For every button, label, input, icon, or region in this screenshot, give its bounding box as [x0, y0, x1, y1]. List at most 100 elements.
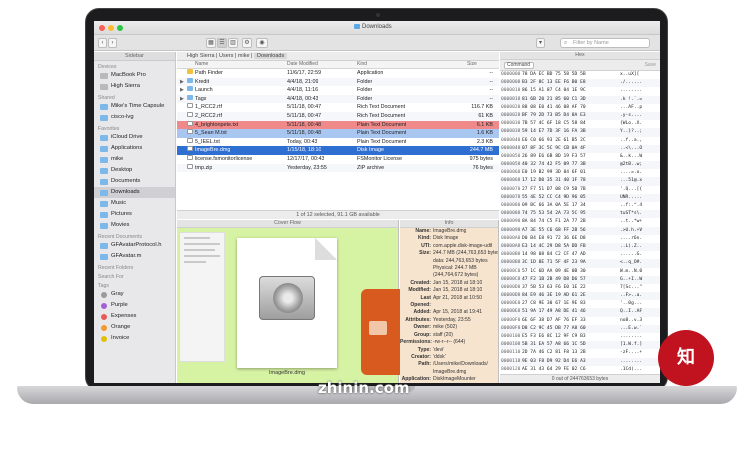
minimize-window-button[interactable] [108, 25, 114, 31]
hex-row[interactable]: 0000120 AE 31 43 64 29 FE 02 C6 .1Cd)... [500, 366, 660, 374]
column-kind[interactable]: Kind [357, 61, 367, 67]
hex-row[interactable]: 0000038 59 14 E7 7D 3F 16 FA 3B Y..}?..; [500, 128, 660, 137]
sidebar-item[interactable]: Applications [94, 143, 175, 154]
file-row[interactable]: 4_brightonpete.txt 5/11/18, 00:48 Plain Te… [177, 120, 499, 130]
sidebar-item[interactable]: Gray [94, 289, 175, 300]
previous-cover[interactable] [179, 232, 225, 362]
hex-row[interactable]: 0000058 40 32 74 42 F5 09 77 3B @2tB..w; [500, 161, 660, 170]
hex-row[interactable]: 0000108 5B 31 EA 57 A8 66 1C 5D [1.W.f.] [500, 341, 660, 350]
hex-row[interactable]: 0000030 7B 57 4C 6F 18 C5 58 84 {WLo..X. [500, 120, 660, 128]
hex-row[interactable]: 0000000 78 DA EC BD 75 58 5D 5B x..uX][ [500, 71, 660, 79]
sidebar-item[interactable]: Desktop [94, 165, 175, 176]
hex-row[interactable]: 0000100 E5 F3 E6 8C 12 9F C9 B3........ [500, 333, 660, 341]
document-preview[interactable] [237, 238, 337, 368]
sidebar-item[interactable]: Expenses [94, 311, 175, 322]
sidebar-item[interactable]: High Sierra [94, 81, 175, 92]
column-date-modified[interactable]: Date Modified [287, 61, 318, 67]
file-row[interactable]: 5_IEEL.txt Today, 00:43 Plain Text Documen… [177, 137, 499, 147]
hex-row[interactable]: 0000110 2D 7A 46 C2 81 F8 13 2B -zF....+ [500, 349, 660, 357]
hex-row[interactable]: 00000D0 37 5B 53 63 F6 E0 1E 22 7[Sc..." [500, 284, 660, 292]
sidebar-item[interactable]: Documents [94, 176, 175, 187]
disclosure-triangle-icon[interactable]: ▶ [180, 95, 184, 104]
disclosure-triangle-icon[interactable]: ▶ [180, 86, 184, 95]
view-icons-button[interactable]: ▦ [206, 38, 216, 48]
file-row[interactable]: ▶ Tags 4/4/18, 00:43 Folder -- [177, 94, 499, 104]
sidebar-item[interactable]: Mike's Time Capsule [94, 101, 175, 112]
hex-row[interactable]: 00000A0 D0 B4 E8 91 72 36 6E D8 ....r6n. [500, 235, 660, 243]
color-label-tab[interactable] [361, 289, 403, 375]
hex-row[interactable]: 0000010 86 15 A1 87 C4 04 1E 9C........ [500, 87, 660, 95]
file-row[interactable]: 5_Sean M.txt 5/11/18, 00:48 Plain Text Doc… [177, 129, 499, 138]
hex-row[interactable]: 00000C0 57 1C 6D AA 09 4E 0B 30 W.m..N.0 [500, 268, 660, 276]
eye-icon[interactable]: ◉ [256, 38, 268, 48]
hex-row[interactable]: 0000028 BF 79 2D 73 B5 D4 8A E3 .y-s.... [500, 111, 660, 121]
hex-row[interactable]: 00000F8 D8 C2 9C 45 DB 77 A8 60 ...E.w.` [500, 324, 660, 333]
hex-row[interactable]: 00000A8 E3 14 4C 29 D8 5A DD FB ..L).Z.. [500, 242, 660, 252]
sidebar-item[interactable]: Downloads [94, 187, 175, 198]
sidebar-item[interactable]: iCloud Drive [94, 132, 175, 143]
hex-row[interactable]: 00000F0 6E 6F 38 D7 AF 76 EF 33 no8..v.3 [500, 317, 660, 325]
breadcrumb-item[interactable]: High Sierra [187, 53, 215, 59]
hex-row[interactable]: 0000070 27 F7 51 D7 08 C9 5B 7B '.Q...[{ [500, 186, 660, 194]
file-row[interactable]: 1_RCC2.rtf 5/11/18, 00:47 Rich Text Docume… [177, 103, 499, 112]
close-window-button[interactable] [99, 25, 105, 31]
hex-row[interactable]: 00000D8 84 E9 46 3E 19 AD 61 2E ..F>..a. [500, 292, 660, 301]
hex-row[interactable]: 00000B8 3C 1D 8E 71 5F 4F 23 9A <..q_O#. [500, 259, 660, 268]
view-columns-button[interactable]: ▥ [228, 38, 238, 48]
hex-row[interactable]: 0000050 26 89 E6 6B 8D 19 F3 57 &..k...W [500, 153, 660, 161]
sidebar-item[interactable]: Orange [94, 322, 175, 333]
breadcrumb-item[interactable]: Downloads [254, 53, 288, 59]
sidebar-item[interactable]: Pictures [94, 209, 175, 220]
dropdown-button[interactable]: ▾ [536, 38, 545, 48]
file-row[interactable]: ImageBre.dmg 1/15/18, 18:10 Disk Image 244.… [177, 146, 499, 155]
search-input[interactable]: ⌕ Filter by Name [560, 38, 650, 48]
column-size[interactable]: Size [467, 61, 477, 67]
save-button[interactable]: Save [645, 62, 656, 68]
hex-row[interactable]: 0000020 88 08 E0 41 46 08 AF 70 ...AF..p [500, 104, 660, 112]
hex-header[interactable]: Hex [500, 52, 660, 60]
hex-row[interactable]: 0000048 07 8F 3C 5C 9C CB 0A 4F ..<\...O [500, 144, 660, 153]
sidebar-item[interactable]: MacBook Pro [94, 70, 175, 81]
sidebar-item[interactable]: Music [94, 198, 175, 209]
back-button[interactable]: ‹ [98, 38, 107, 48]
sidebar-item[interactable]: GFAvatarProtocol.h [94, 240, 175, 251]
disclosure-triangle-icon[interactable]: ▶ [180, 78, 184, 87]
hex-row[interactable]: 00000E0 27 C8 9E 30 67 1E 9E 83 '..0g... [500, 300, 660, 308]
breadcrumb-item[interactable]: mike [238, 53, 250, 59]
hex-row[interactable]: 0000080 09 BC 66 3A 0A 5E 17 34 ..f:.^.4 [500, 202, 660, 210]
file-row[interactable]: Path Finder 11/6/17, 22:59 Application -- [177, 69, 499, 78]
file-row[interactable]: tmp.zip Yesterday, 23:55 ZIP archive 76 byt… [177, 163, 499, 173]
file-row[interactable]: ▶ Launch 4/4/18, 11:16 Folder -- [177, 86, 499, 95]
sidebar-item[interactable]: cisco-lvg [94, 112, 175, 123]
sidebar-item[interactable]: Movies [94, 220, 175, 231]
sidebar-item[interactable]: mike [94, 154, 175, 165]
hex-row[interactable]: 0000090 8A 84 74 C5 F1 2A 77 2B ..t..*w+ [500, 218, 660, 226]
hex-row[interactable]: 00000C8 47 F2 1B 2B 49 D8 D6 57 G..+I..W [500, 275, 660, 284]
hex-row[interactable]: 00000E8 51 9A 17 49 A8 DE 41 46 Q..I..AF [500, 308, 660, 317]
command-dropdown[interactable]: Command [504, 62, 534, 69]
hex-row[interactable]: 00000B0 14 98 08 84 C2 CF 47 AD ......G. [500, 251, 660, 259]
breadcrumb-item[interactable]: Users [219, 53, 233, 59]
file-row[interactable]: 2_RCC2.rtf 5/11/18, 00:47 Rich Text Docume… [177, 111, 499, 121]
sidebar-item[interactable]: Purple [94, 300, 175, 311]
cover-flow-header[interactable]: Cover Flow [177, 220, 398, 228]
forward-button[interactable]: › [108, 38, 117, 48]
hex-row[interactable]: 0000018 81 6B 20 21 85 60 C1 3D .k !.`.= [500, 95, 660, 104]
sidebar-item[interactable]: GFAvatar.m [94, 251, 175, 262]
gear-icon[interactable]: ⚙ [242, 38, 252, 48]
column-name[interactable]: Name [195, 61, 208, 67]
hex-row[interactable]: 0000078 55 4E 52 CC C4 9D 96 05 UNR..... [500, 193, 660, 202]
hex-row[interactable]: 0000068 17 12 D0 35 31 40 1F 78 ...51@.x [500, 177, 660, 186]
info-header[interactable]: Info [400, 220, 498, 228]
zoom-window-button[interactable] [117, 25, 123, 31]
view-list-button[interactable]: ☰ [217, 38, 227, 48]
hex-row[interactable]: 0000088 74 75 53 54 2A 73 5C 95 tuST*s\. [500, 210, 660, 219]
hex-row[interactable]: 0000098 A7 3E 55 C6 68 FF 2B 56 .>U.h.+V [500, 226, 660, 235]
hex-row[interactable]: 0000118 9E 03 F8 D9 92 D4 E6 A3........ [500, 357, 660, 366]
hex-row[interactable]: 0000040 E6 C0 66 93 2E 61 B5 2C ..f..a., [500, 137, 660, 145]
file-row[interactable]: license.fsmonitorlicense 12/17/17, 00:43 F… [177, 154, 499, 164]
hex-row[interactable]: 0000060 E0 19 B2 99 3D 84 6F 01 ....=.o. [500, 169, 660, 177]
file-row[interactable]: ▶ Kredit 4/4/18, 21:09 Folder -- [177, 77, 499, 87]
sidebar-item[interactable]: Invoice [94, 333, 175, 344]
sidebar-header[interactable]: Sidebar [94, 52, 175, 61]
